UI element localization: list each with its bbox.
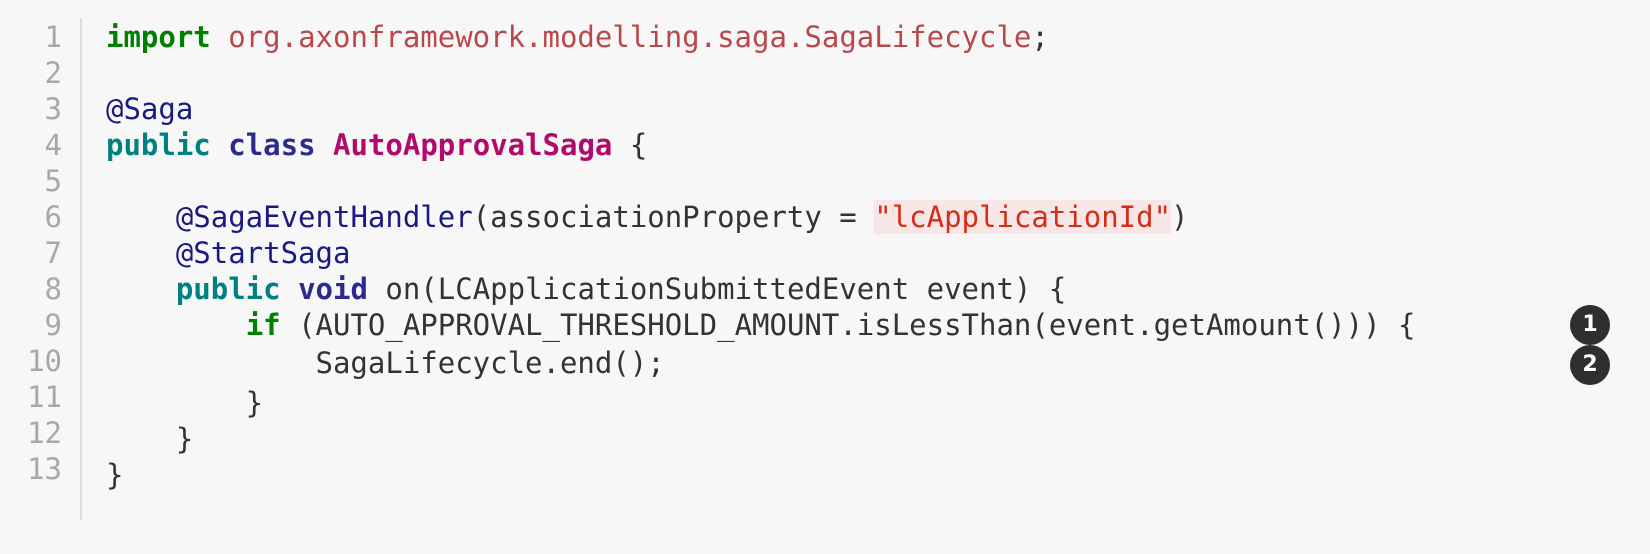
keyword-import: import [106, 20, 211, 54]
annotation-saga: @Saga [106, 92, 194, 126]
method-signature: on(LCApplicationSubmittedEvent event) { [385, 272, 1067, 306]
line-number: 2 [44, 56, 62, 90]
code-line-saga-annotation: @Saga [106, 90, 193, 128]
keyword-public: public [106, 128, 211, 162]
semicolon: ; [1031, 20, 1049, 54]
line-number: 12 [27, 416, 62, 450]
close-brace: } [106, 458, 124, 492]
code-line-class-declaration: public class AutoApprovalSaga { [106, 126, 647, 164]
code-line-if-statement: if (AUTO_APPROVAL_THRESHOLD_AMOUNT.isLes… [106, 306, 1416, 344]
line-number: 1 [44, 20, 62, 54]
close-brace: } [106, 422, 194, 456]
line-number: 13 [27, 452, 62, 486]
line-number: 4 [44, 128, 62, 162]
line-number: 11 [27, 380, 62, 414]
line-number: 8 [44, 272, 62, 306]
keyword-class: class [228, 128, 316, 162]
class-name: AutoApprovalSaga [333, 128, 613, 162]
keyword-if: if [245, 308, 281, 342]
code-line-close-if: } [106, 384, 263, 422]
code-line-import: import org.axonframework.modelling.saga.… [106, 18, 1049, 56]
annotation-args-close: ) [1171, 200, 1189, 234]
code-line-close-class: } [106, 456, 123, 494]
if-condition: (AUTO_APPROVAL_THRESHOLD_AMOUNT.isLessTh… [298, 308, 1416, 342]
keyword-void: void [298, 272, 368, 306]
line-number: 5 [44, 164, 62, 198]
code-line-close-method: } [106, 420, 193, 458]
close-brace: } [106, 386, 264, 420]
callout-badge-2: 2 [1570, 345, 1610, 385]
open-brace: { [629, 128, 648, 162]
string-literal: "lcApplicationId" [874, 200, 1172, 234]
line-number: 10 [27, 344, 62, 378]
code-line-saga-end: SagaLifecycle.end(); [106, 344, 665, 382]
keyword-public: public [175, 272, 281, 306]
code-line-method-signature: public void on(LCApplicationSubmittedEve… [106, 270, 1066, 308]
code-line-start-saga: @StartSaga [106, 234, 351, 272]
line-number: 6 [44, 200, 62, 234]
statement: SagaLifecycle.end(); [315, 346, 665, 380]
annotation-start-saga: @StartSaga [175, 236, 351, 270]
line-number-gutter: 1 2 3 4 5 6 7 8 9 10 11 12 13 [0, 18, 82, 520]
code-listing: 1 2 3 4 5 6 7 8 9 10 11 12 13 import org… [0, 0, 1650, 554]
code-line-event-handler: @SagaEventHandler(associationProperty = … [106, 198, 1189, 236]
annotation-saga-event-handler: @SagaEventHandler [175, 200, 473, 234]
line-number: 7 [44, 236, 62, 270]
line-number: 3 [44, 92, 62, 126]
line-number: 9 [44, 308, 62, 342]
annotation-args-open: (associationProperty = [472, 200, 875, 234]
import-package: org.axonframework.modelling.saga.SagaLif… [228, 20, 1032, 54]
callout-badge-1: 1 [1570, 305, 1610, 345]
